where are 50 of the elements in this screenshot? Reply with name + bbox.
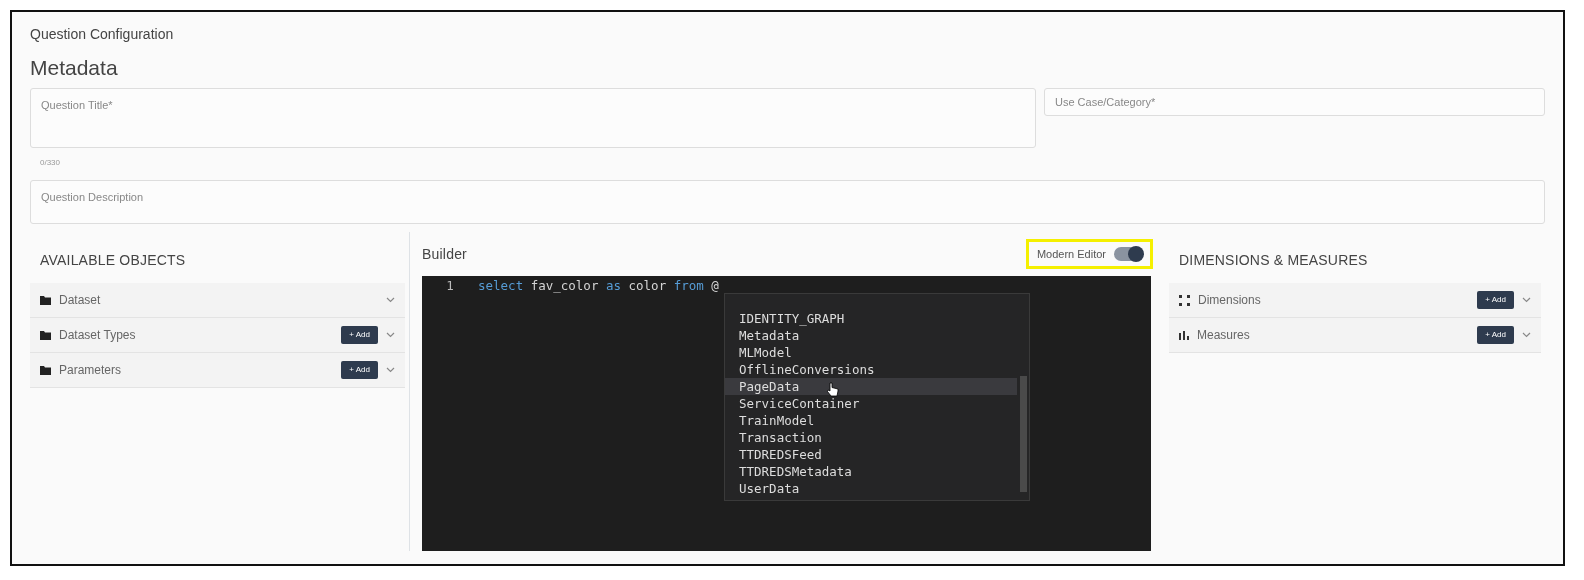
chevron-down-icon	[386, 297, 395, 304]
autocomplete-item[interactable]: Transaction	[725, 429, 1017, 447]
folder-icon	[40, 295, 51, 305]
breadcrumb-text: Question Configuration	[30, 25, 175, 44]
panel-title: DIMENSIONS & MEASURES	[1178, 251, 1369, 271]
list-row[interactable]: Dimensions + Add	[1169, 283, 1541, 319]
folder-icon	[40, 365, 51, 375]
chevron-down-icon	[386, 332, 395, 339]
list-row[interactable]: Parameters + Add	[30, 353, 405, 389]
row-label: Dataset	[59, 292, 102, 310]
autocomplete-item[interactable]: Metadata	[725, 327, 1017, 345]
autocomplete-item[interactable]: OfflineConversions	[725, 361, 1017, 379]
row-label: Measures	[1197, 327, 1251, 345]
chevron-down-icon	[1522, 332, 1531, 339]
autocomplete-item[interactable]: TTDREDSFeed	[725, 446, 1017, 464]
chevron-down-icon	[1522, 297, 1531, 304]
code-line: select fav_color as color from @	[478, 277, 719, 296]
row-label: Parameters	[59, 362, 123, 380]
bar-chart-icon	[1179, 330, 1189, 340]
row-label: Dimensions	[1198, 292, 1262, 310]
list-row[interactable]: Dataset Types + Add	[30, 318, 405, 354]
autocomplete-item[interactable]: PageData	[725, 378, 1017, 396]
autocomplete-item[interactable]: MLModel	[725, 344, 1017, 362]
autocomplete-item[interactable]: ServiceContainer	[725, 395, 1017, 413]
autocomplete-item[interactable]: TTDREDSMetadata	[725, 463, 1017, 481]
autocomplete-item[interactable]: UserData	[725, 480, 1017, 498]
character-counter: 0/330	[40, 157, 61, 170]
row-label: Dataset Types	[59, 327, 137, 345]
category-field[interactable]: Use Case/Category*	[1044, 88, 1545, 117]
description-field[interactable]: Question Description	[30, 180, 1545, 225]
builder-title: Builder	[422, 244, 467, 264]
code-editor[interactable]: 1 select fav_color as color from @ IDENTITY_GRAPH Metadata MLModel OfflineConversions PageData ServiceContainer TrainModel Transaction TTDREDSFeed TTDREDSMetadata UserData	[422, 276, 1151, 552]
toggle-switch[interactable]	[1114, 247, 1142, 262]
grid-corners-icon	[1179, 294, 1190, 306]
line-number: 1	[445, 277, 455, 296]
add-button[interactable]: + Add	[1477, 326, 1514, 345]
list-row[interactable]: Measures + Add	[1169, 318, 1541, 354]
add-button[interactable]: + Add	[1477, 291, 1514, 310]
autocomplete-item[interactable]: IDENTITY_GRAPH	[725, 310, 1017, 328]
list-row[interactable]: Dataset	[30, 283, 405, 319]
question-title-field[interactable]: Question Title*	[30, 88, 1036, 149]
hand-cursor-icon	[827, 382, 839, 398]
add-button[interactable]: + Add	[341, 361, 378, 380]
folder-icon	[40, 330, 51, 340]
toggle-label: Modern Editor	[1036, 246, 1106, 262]
chevron-down-icon	[386, 367, 395, 374]
autocomplete-item[interactable]: TrainModel	[725, 412, 1017, 430]
section-heading: Metadata	[30, 55, 119, 81]
panel-title: AVAILABLE OBJECTS	[39, 251, 187, 271]
add-button[interactable]: + Add	[341, 326, 378, 345]
